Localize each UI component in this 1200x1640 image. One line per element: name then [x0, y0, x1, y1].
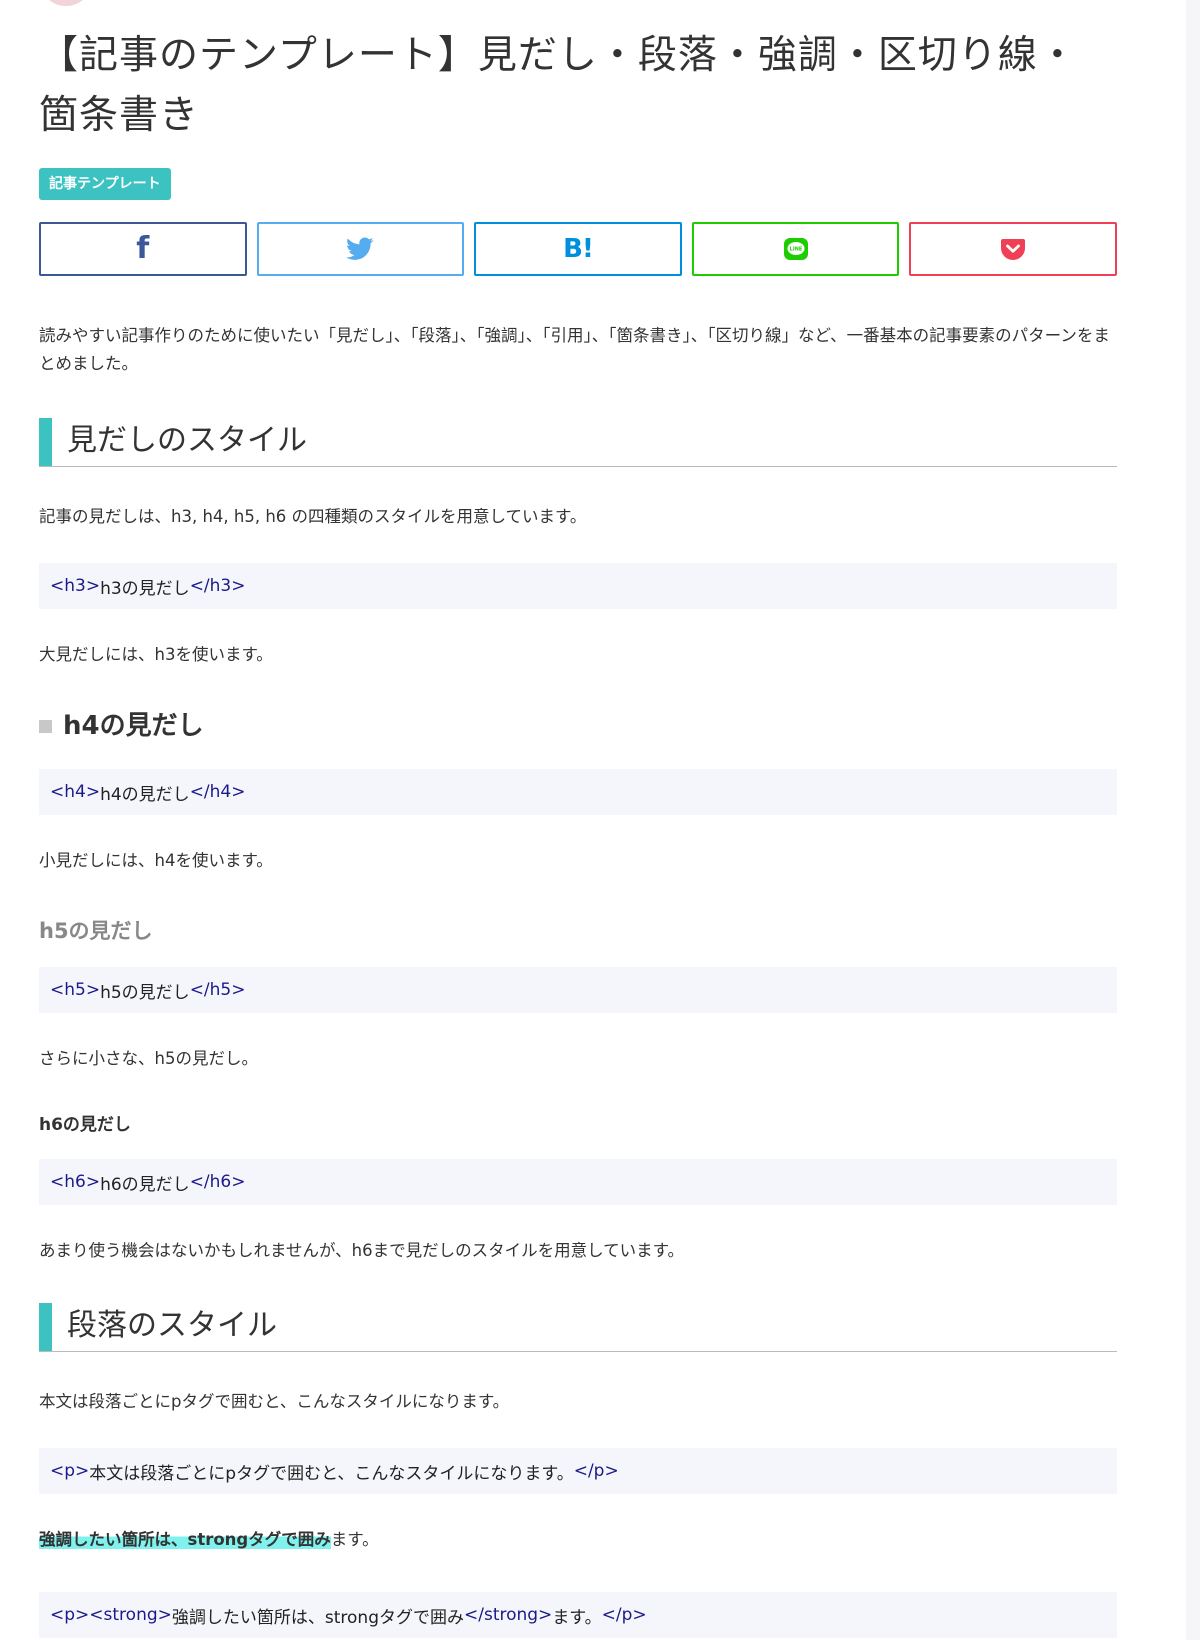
code-open-tag: <h4> — [50, 782, 101, 802]
code-text: h3の見だし — [100, 578, 190, 599]
code-strong-text: 強調したい箇所は、strongタグで囲み — [171, 1607, 464, 1628]
line-icon: LINE — [783, 238, 808, 260]
section-heading-headings: 見だしのスタイル — [39, 418, 1117, 467]
code-text: h6の見だし — [100, 1174, 190, 1195]
section-heading-text: 見だしのスタイル — [67, 423, 307, 458]
code-block-p: <p> 本文は段落ごとにpタグで囲むと、こんなスタイルになります。 </p> — [39, 1448, 1117, 1494]
code-close-tag: </h6> — [189, 1172, 246, 1192]
code-close-tag: </h4> — [189, 782, 246, 802]
code-strong-open-tag: <strong> — [89, 1605, 172, 1625]
line-icon-label: LINE — [789, 247, 802, 253]
pocket-icon — [1001, 239, 1026, 260]
code-close-tag: </p> — [573, 1461, 619, 1481]
hatena-share-button[interactable]: B! — [474, 222, 682, 276]
h6-sample-heading: h6の見だし — [39, 1115, 131, 1135]
headings-description: 記事の見だしは、h3, h4, h5, h6 の四種類のスタイルを用意しています… — [39, 507, 587, 526]
section-heading-text: 段落のスタイル — [67, 1308, 277, 1343]
heading-accent-bar — [39, 418, 52, 466]
h4-sample-text: h4の見だし — [63, 711, 204, 741]
code-open-tag: <p> — [50, 1461, 90, 1481]
pocket-share-button[interactable] — [909, 222, 1117, 276]
h4-sample-heading: h4の見だし — [39, 709, 1117, 743]
highlighted-strong-text: 強調したい箇所は、strongタグで囲み — [39, 1530, 331, 1549]
facebook-share-button[interactable]: f — [39, 222, 247, 276]
code-text: h4の見だし — [100, 784, 190, 805]
share-buttons: f B! LINE — [39, 222, 1117, 276]
emphasis-example: 強調したい箇所は、strongタグで囲みます。 — [39, 1526, 1117, 1554]
intro-paragraph: 読みやすい記事作りのために使いたい「見だし」、「段落」、「強調」、「引用」、「箇… — [39, 326, 1110, 373]
article: 【記事のテンプレート】見だし・段落・強調・区切り線・箇条書き 記事テンプレート … — [39, 0, 1117, 1638]
twitter-share-button[interactable] — [256, 222, 465, 276]
line-share-button[interactable]: LINE — [691, 222, 900, 276]
code-open-tag: <h6> — [50, 1172, 101, 1192]
category-tag[interactable]: 記事テンプレート — [39, 168, 171, 200]
code-text: 本文は段落ごとにpタグで囲むと、こんなスタイルになります。 — [89, 1463, 574, 1484]
article-title: 【記事のテンプレート】見だし・段落・強調・区切り線・箇条書き — [39, 33, 1078, 138]
section-heading-paragraphs: 段落のスタイル — [39, 1303, 1117, 1352]
code-open-tag: <h3> — [50, 576, 101, 596]
code-block-h6: <h6> h6の見だし </h6> — [39, 1159, 1117, 1205]
code-close-tag: </h5> — [189, 980, 246, 1000]
emphasis-tail-text: ます。 — [330, 1530, 379, 1549]
code-p-open-tag: <p> — [50, 1605, 90, 1625]
code-open-tag: <h5> — [50, 980, 101, 1000]
code-p-close-tag: </p> — [601, 1605, 647, 1625]
code-text: h5の見だし — [100, 982, 190, 1003]
code-block-strong: <p> <strong> 強調したい箇所は、strongタグで囲み </strong>… — [39, 1592, 1117, 1638]
twitter-icon — [346, 237, 374, 260]
h4-square-marker — [39, 719, 52, 733]
code-close-tag: </h3> — [189, 576, 246, 596]
scrollbar[interactable] — [1186, 0, 1200, 1640]
heading-accent-bar — [39, 1303, 52, 1351]
h4-note: 小見だしには、h4を使います。 — [39, 851, 273, 870]
code-block-h4: <h4> h4の見だし </h4> — [39, 769, 1117, 815]
paragraph-description: 本文は段落ごとにpタグで囲むと、こんなスタイルになります。 — [39, 1392, 510, 1411]
hatena-bookmark-icon: B! — [563, 234, 594, 264]
h5-note: さらに小さな、h5の見だし。 — [39, 1049, 258, 1068]
code-tail-text: ます。 — [552, 1607, 602, 1628]
h3-note: 大見だしには、h3を使います。 — [39, 645, 273, 664]
code-strong-close-tag: </strong> — [463, 1605, 553, 1625]
code-block-h5: <h5> h5の見だし </h5> — [39, 967, 1117, 1013]
code-block-h3: <h3> h3の見だし </h3> — [39, 563, 1117, 609]
facebook-icon: f — [136, 231, 150, 266]
h6-note: あまり使う機会はないかもしれませんが、h6まで見だしのスタイルを用意しています。 — [39, 1241, 684, 1260]
h5-sample-heading: h5の見だし — [39, 919, 153, 943]
